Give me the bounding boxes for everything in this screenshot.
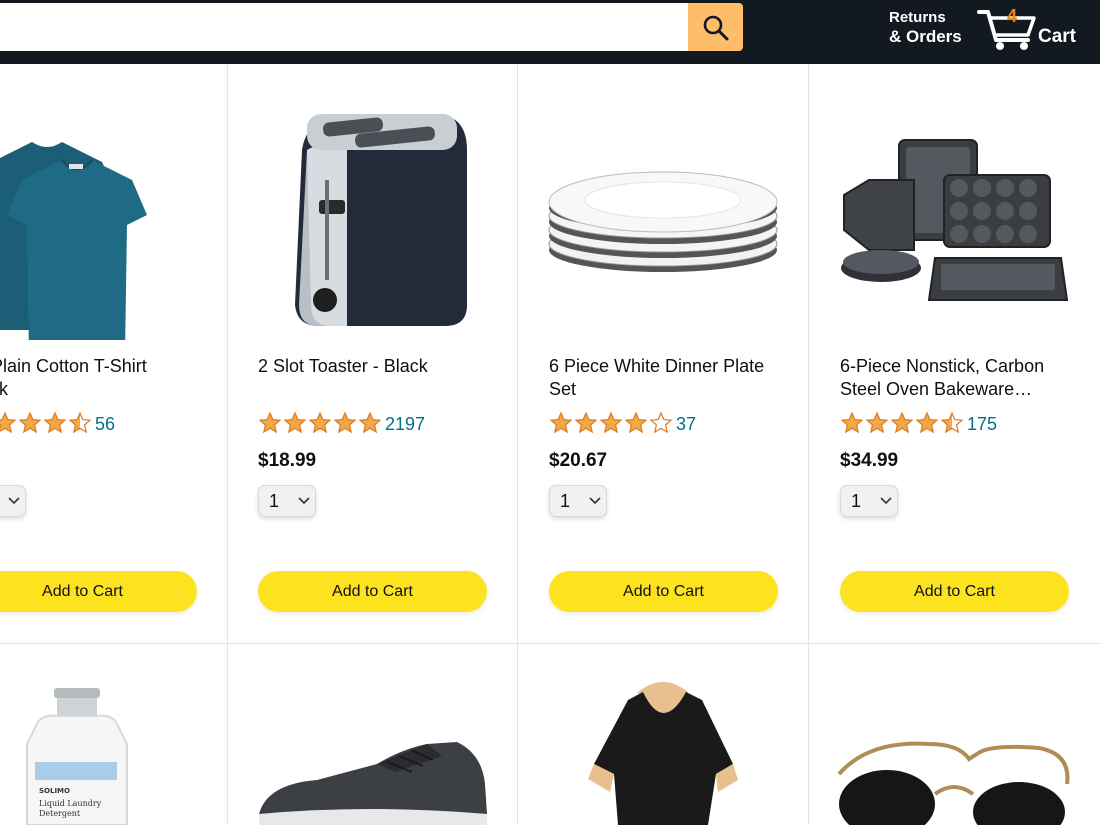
product-card: 2 Slot Toaster - Black 2197 $18.99 1 Add…: [227, 64, 517, 643]
svg-text:Liquid Laundry: Liquid Laundry: [39, 799, 102, 808]
sunglasses-image: [837, 741, 1070, 825]
toaster-image: [295, 114, 467, 326]
chevron-down-icon: [298, 497, 310, 505]
product-title-link[interactable]: 2 Slot Toaster - Black: [258, 355, 498, 378]
search-button[interactable]: [688, 3, 743, 51]
review-count-link[interactable]: 56: [95, 414, 115, 435]
black-top-image: [588, 682, 738, 825]
product-card: 6-Piece Nonstick, Carbon Steel Oven Bake…: [809, 64, 1099, 643]
quantity-select[interactable]: 1: [258, 485, 316, 517]
star-icon: [358, 411, 382, 434]
star-rating[interactable]: [840, 411, 965, 435]
returns-label: Returns: [889, 9, 946, 26]
product-title-link[interactable]: 6-Piece Nonstick, Carbon Steel Oven Bake…: [840, 355, 1080, 401]
product-title-link[interactable]: 6 Piece White Dinner Plate Set: [549, 355, 789, 401]
product-card: SOLIMO Liquid Laundry Detergent: [0, 644, 227, 825]
star-icon: [308, 411, 332, 434]
star-icon: [549, 411, 573, 434]
star-icon: [649, 411, 673, 434]
cart-label: Cart: [1038, 26, 1077, 47]
add-to-cart-button[interactable]: Add to Cart: [549, 571, 778, 612]
product-card: 6 Piece White Dinner Plate Set 37 $20.67…: [518, 64, 808, 643]
add-to-cart-button[interactable]: Add to Cart: [258, 571, 487, 612]
product-card: [518, 644, 808, 825]
star-icon: [283, 411, 307, 434]
star-icon: [18, 411, 42, 434]
product-price: $20.67: [549, 450, 608, 471]
product-price: $34.99: [840, 450, 899, 471]
chevron-down-icon: [8, 497, 20, 505]
orders-label: & Orders: [889, 27, 962, 46]
quantity-select[interactable]: [0, 485, 26, 517]
review-count-link[interactable]: 2197: [385, 414, 425, 435]
star-icon: [43, 411, 67, 434]
star-icon: [68, 411, 92, 434]
detergent-image: SOLIMO Liquid Laundry Detergent: [26, 688, 128, 825]
star-icon: [0, 411, 17, 434]
star-rating[interactable]: [549, 411, 674, 435]
quantity-value: 1: [560, 491, 571, 511]
star-icon: [840, 411, 864, 434]
star-icon: [865, 411, 889, 434]
product-card: lts Plain Cotton T-Shirt Pack 56 99 Add …: [0, 64, 227, 643]
review-count-link[interactable]: 175: [967, 414, 997, 435]
product-title-link[interactable]: lts Plain Cotton T-Shirt Pack: [0, 355, 208, 401]
star-icon: [890, 411, 914, 434]
star-icon: [915, 411, 939, 434]
add-to-cart-button[interactable]: Add to Cart: [0, 571, 197, 612]
product-card: [809, 644, 1099, 825]
bakeware-image: [841, 139, 1069, 301]
product-grid: lts Plain Cotton T-Shirt Pack 56 99 Add …: [0, 64, 1100, 825]
star-icon: [333, 411, 357, 434]
chevron-down-icon: [589, 497, 601, 505]
star-icon: [574, 411, 598, 434]
quantity-select[interactable]: 1: [840, 485, 898, 517]
product-card: [227, 644, 517, 825]
svg-text:Detergent: Detergent: [39, 809, 81, 818]
cart-count-badge: 4: [1007, 6, 1018, 26]
star-rating[interactable]: [0, 411, 93, 435]
detergent-brand-text: SOLIMO: [39, 787, 70, 795]
product-price: $18.99: [258, 450, 317, 471]
star-icon: [599, 411, 623, 434]
review-count-link[interactable]: 37: [676, 414, 696, 435]
quantity-select[interactable]: 1: [549, 485, 607, 517]
search-icon: [703, 15, 729, 41]
star-icon: [258, 411, 282, 434]
chevron-down-icon: [880, 497, 892, 505]
star-icon: [940, 411, 964, 434]
plates-image: [548, 171, 778, 272]
returns-and-orders-link[interactable]: Returns & Orders: [889, 8, 962, 46]
add-to-cart-button[interactable]: Add to Cart: [840, 571, 1069, 612]
search-input[interactable]: [0, 3, 692, 51]
quantity-value: 1: [851, 491, 862, 511]
star-rating[interactable]: [258, 411, 383, 435]
cart-button[interactable]: 4 Cart: [976, 4, 1086, 54]
quantity-value: 1: [269, 491, 280, 511]
tshirt-image: [0, 142, 147, 340]
sneaker-image: [259, 742, 487, 825]
star-icon: [624, 411, 648, 434]
top-nav-bar: Returns & Orders 4 Cart: [0, 0, 1100, 64]
